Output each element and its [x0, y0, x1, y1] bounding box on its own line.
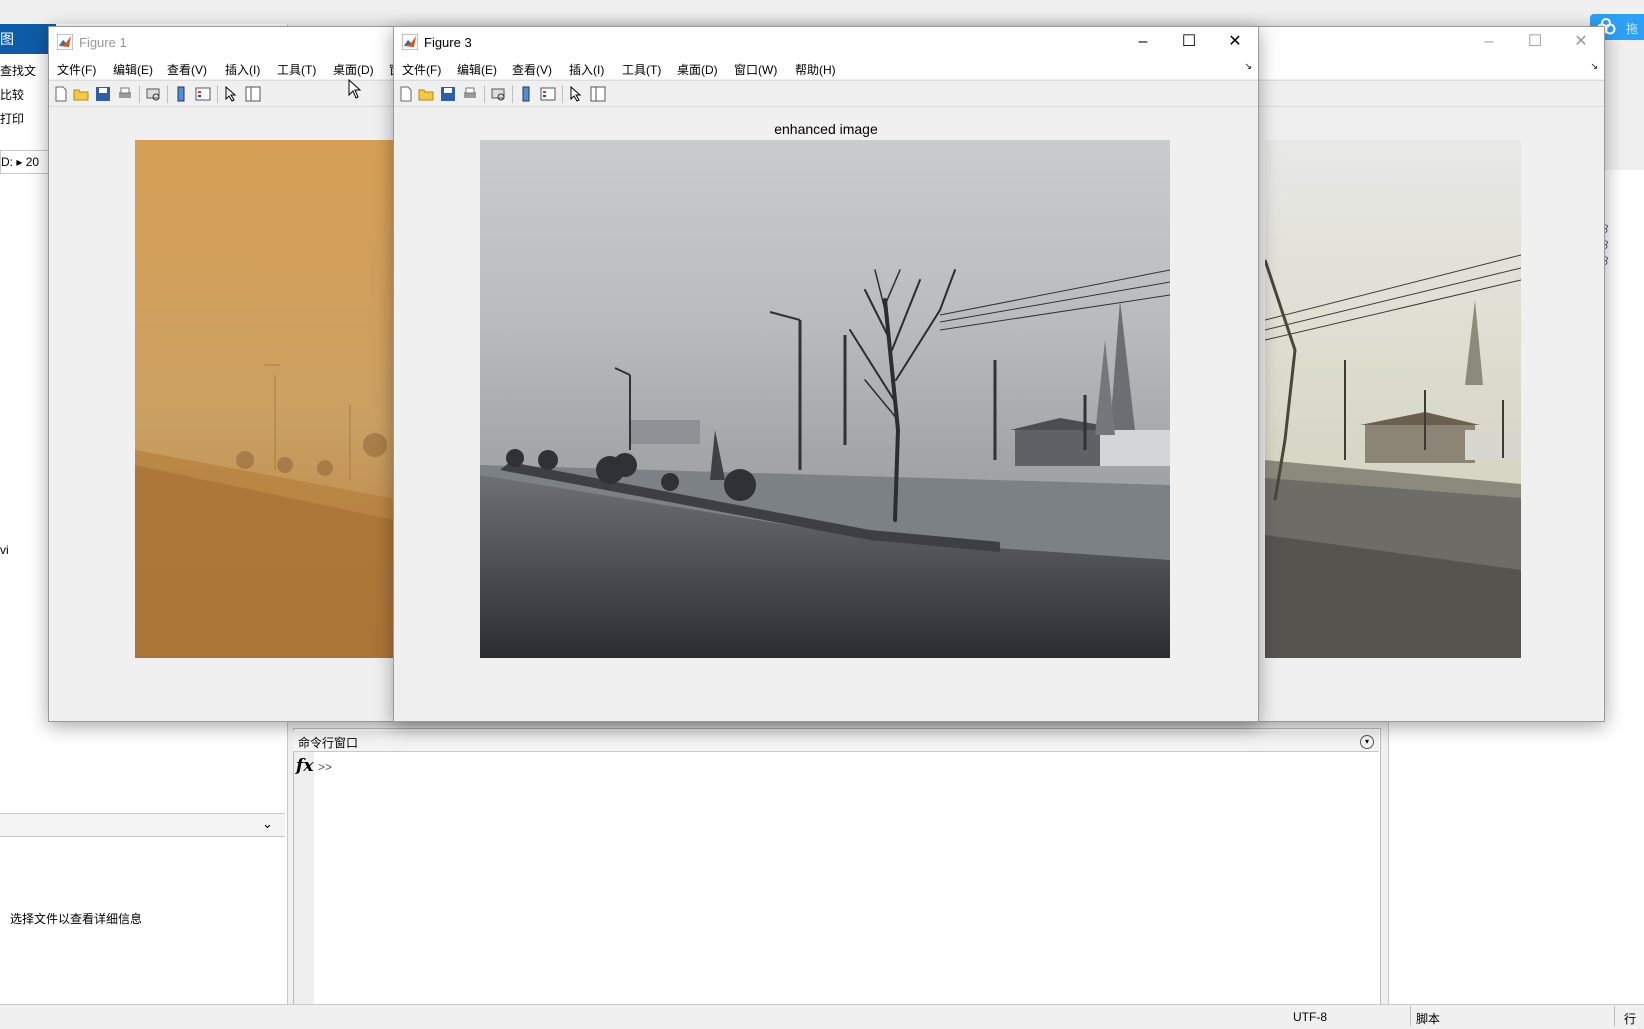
status-encoding: UTF-8	[1293, 1010, 1327, 1024]
toolbar-separator	[217, 85, 218, 103]
legend-icon[interactable]	[195, 86, 211, 102]
figure1-title: Figure 1	[79, 35, 127, 50]
details-hint-text: 选择文件以查看详细信息	[10, 912, 143, 926]
property-inspector-icon[interactable]	[245, 86, 261, 102]
details-panel-header[interactable]: ⌄	[0, 813, 285, 837]
matlab-logo-icon	[57, 34, 73, 50]
new-figure-icon[interactable]	[398, 86, 414, 102]
enhanced-image	[480, 140, 1170, 658]
command-window-header	[293, 731, 1379, 752]
address-bar[interactable]: D: ▸ 20	[0, 150, 52, 174]
maximize-icon[interactable]: ☐	[1166, 27, 1212, 57]
ribbon-find-button[interactable]: 查找文	[0, 62, 36, 79]
mouse-cursor-icon	[348, 79, 362, 99]
axes-title: enhanced image	[774, 121, 878, 137]
print-icon[interactable]	[117, 86, 133, 102]
dock-arrow-icon[interactable]: ↘	[1590, 61, 1598, 72]
menu-insert[interactable]: 插入(I)	[225, 61, 260, 78]
menu-tools[interactable]: 工具(T)	[622, 61, 661, 78]
close-icon[interactable]: ✕	[1212, 27, 1258, 57]
status-file-type: 脚本	[1416, 1012, 1441, 1026]
toolbar-separator	[484, 85, 485, 103]
menu-help[interactable]: 帮助(H)	[795, 61, 836, 78]
status-bar	[0, 1004, 1644, 1029]
colorbar-icon[interactable]	[173, 86, 189, 102]
command-gutter	[294, 752, 314, 1004]
command-prompt[interactable]: >>	[318, 760, 332, 774]
status-divider	[1614, 1006, 1615, 1026]
open-file-icon[interactable]	[418, 86, 434, 102]
toolbar-separator	[167, 85, 168, 103]
save-icon[interactable]	[95, 86, 111, 102]
ribbon-compare-button[interactable]: 比较	[0, 86, 24, 103]
menu-desktop[interactable]: 桌面(D)	[333, 61, 374, 78]
file-list-item[interactable]: vi	[0, 543, 9, 557]
command-window-menu-icon[interactable]: ▾	[1360, 735, 1374, 749]
status-divider	[1410, 1006, 1411, 1026]
dock-arrow-icon[interactable]: ↘	[1244, 61, 1252, 72]
toolbar-separator	[139, 85, 140, 103]
save-icon[interactable]	[440, 86, 456, 102]
menu-insert[interactable]: 插入(I)	[569, 61, 604, 78]
print-icon[interactable]	[462, 86, 478, 102]
new-figure-icon[interactable]	[53, 86, 69, 102]
matlab-logo-icon	[402, 34, 418, 50]
menu-tools[interactable]: 工具(T)	[277, 61, 316, 78]
command-window-title: 命令行窗口	[298, 736, 359, 750]
colorbar-icon[interactable]	[518, 86, 534, 102]
figure3-titlebar[interactable]: Figure 3 – ☐ ✕	[394, 27, 1258, 57]
menu-file[interactable]: 文件(F)	[402, 61, 441, 78]
select-pointer-icon[interactable]	[223, 86, 239, 102]
figure3-window[interactable]: Figure 3 – ☐ ✕ 文件(F) 编辑(E) 查看(V) 插入(I) 工…	[393, 26, 1259, 722]
maximize-icon[interactable]: ☐	[1512, 27, 1558, 57]
menu-view[interactable]: 查看(V)	[512, 61, 552, 78]
menu-desktop[interactable]: 桌面(D)	[677, 61, 718, 78]
print-preview-icon[interactable]	[490, 86, 506, 102]
toolbar-separator	[562, 85, 563, 103]
desktop-tab-label: 图	[0, 31, 14, 47]
menu-view[interactable]: 查看(V)	[167, 61, 207, 78]
minimize-icon[interactable]: –	[1466, 27, 1512, 57]
ribbon-print-button[interactable]: 打印	[0, 110, 24, 127]
menu-file[interactable]: 文件(F)	[57, 61, 96, 78]
address-path: D: ▸ 20	[1, 155, 40, 169]
menu-edit[interactable]: 编辑(E)	[457, 61, 497, 78]
figure3-title: Figure 3	[424, 35, 472, 50]
enhanced-color-image	[1265, 140, 1521, 658]
menu-window[interactable]: 窗口(W)	[734, 61, 777, 78]
function-browser-icon[interactable]: fx	[296, 756, 313, 776]
tray-label: 拖	[1626, 22, 1639, 36]
open-file-icon[interactable]	[73, 86, 89, 102]
select-pointer-icon[interactable]	[568, 86, 584, 102]
toolbar-separator	[512, 85, 513, 103]
minimize-icon[interactable]: –	[1120, 27, 1166, 57]
menu-edit[interactable]: 编辑(E)	[113, 61, 153, 78]
legend-icon[interactable]	[540, 86, 556, 102]
figure3-toolbar	[394, 80, 1258, 107]
print-preview-icon[interactable]	[145, 86, 161, 102]
command-window[interactable]	[293, 728, 1381, 1006]
property-inspector-icon[interactable]	[590, 86, 606, 102]
close-icon[interactable]: ✕	[1558, 27, 1604, 57]
chevron-down-icon[interactable]: ⌄	[262, 816, 273, 832]
status-line: 行	[1624, 1012, 1637, 1026]
figure3-menubar: 文件(F) 编辑(E) 查看(V) 插入(I) 工具(T) 桌面(D) 窗口(W…	[394, 57, 1258, 79]
